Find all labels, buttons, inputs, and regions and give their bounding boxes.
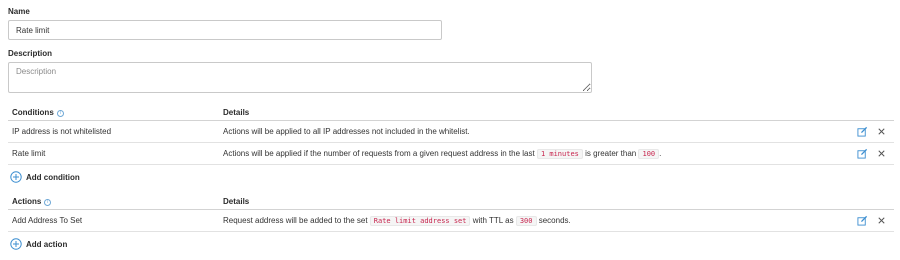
add-condition-button[interactable]: Add condition	[8, 168, 894, 186]
actions-table-header: Actions i Details	[8, 194, 894, 210]
name-label: Name	[8, 7, 30, 16]
actions-details-header: Details	[223, 197, 250, 206]
condition-row: IP address is not whitelisted Actions wi…	[8, 121, 894, 143]
condition-details: Actions will be applied if the number of…	[223, 144, 661, 164]
condition-details-text: is greater than	[582, 149, 639, 158]
condition-row: Rate limit Actions will be applied if th…	[8, 143, 894, 165]
actions-header: Actions i	[12, 194, 52, 209]
edit-icon[interactable]	[857, 126, 868, 137]
conditions-header: Conditions i	[12, 105, 64, 120]
action-details: Request address will be added to the set…	[223, 211, 571, 231]
description-textarea[interactable]	[8, 62, 592, 93]
conditions-table-header: Conditions i Details	[8, 105, 894, 121]
condition-details: Actions will be applied to all IP addres…	[223, 122, 470, 141]
description-label: Description	[8, 49, 53, 58]
name-input[interactable]	[8, 20, 442, 40]
close-icon[interactable]	[876, 215, 887, 226]
plus-circle-icon	[10, 238, 22, 250]
actions-section: Actions i Details Add Address To Set Requ…	[8, 194, 894, 253]
action-details-text: seconds.	[536, 216, 571, 225]
add-action-label: Add action	[26, 239, 68, 249]
close-icon[interactable]	[876, 126, 887, 137]
ttl-code: 300	[515, 216, 537, 226]
add-condition-label: Add condition	[26, 172, 80, 182]
condition-details-text: Actions will be applied to all IP addres…	[223, 127, 470, 136]
action-name: Add Address To Set	[12, 216, 83, 225]
info-icon[interactable]: i	[56, 110, 64, 117]
add-action-button[interactable]: Add action	[8, 235, 894, 253]
threshold-code: 100	[638, 149, 660, 159]
edit-icon[interactable]	[857, 148, 868, 159]
condition-name: IP address is not whitelisted	[12, 127, 112, 136]
time-window-code: 1 minutes	[536, 149, 583, 159]
actions-header-label: Actions	[12, 197, 42, 206]
action-details-text: with TTL as	[470, 216, 516, 225]
condition-details-text: Actions will be applied if the number of…	[223, 149, 537, 158]
info-icon[interactable]: i	[44, 199, 52, 206]
rule-editor: Name Description Conditionsi Details IP …	[0, 0, 900, 260]
conditions-details-header: Details	[223, 108, 250, 117]
edit-icon[interactable]	[857, 215, 868, 226]
conditions-header-label: Conditions	[12, 108, 54, 117]
plus-circle-icon	[10, 171, 22, 183]
conditions-section: Conditions i Details IP address is not wh…	[8, 105, 894, 186]
condition-details-text: .	[659, 149, 662, 158]
condition-name: Rate limit	[12, 149, 46, 158]
address-set-code: Rate limit address set	[369, 216, 471, 226]
action-details-text: Request address will be added to the set	[223, 216, 370, 225]
close-icon[interactable]	[876, 148, 887, 159]
action-row: Add Address To Set Request address will …	[8, 210, 894, 232]
